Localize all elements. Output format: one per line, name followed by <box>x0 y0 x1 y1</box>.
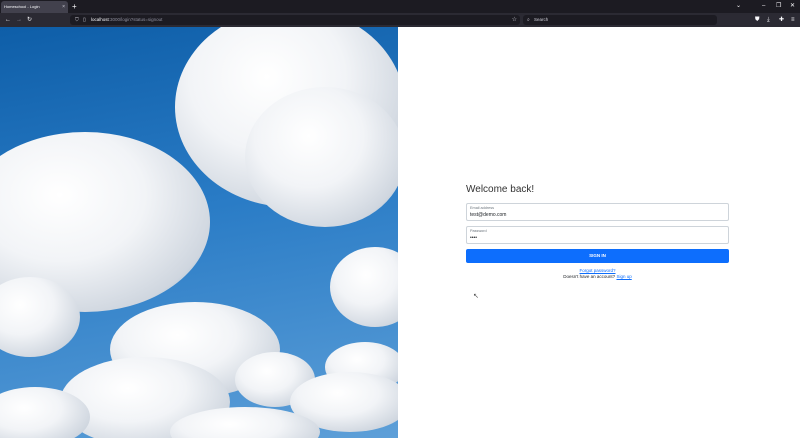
new-tab-button[interactable]: + <box>72 1 77 12</box>
password-field[interactable]: Password •••• <box>466 226 729 244</box>
chevron-down-icon[interactable]: ⌄ <box>736 2 741 10</box>
tab-close-icon[interactable]: × <box>62 3 65 11</box>
download-icon[interactable]: ⤓ <box>767 15 770 25</box>
email-label: Email address <box>470 206 495 210</box>
page-icon[interactable]: ▯ <box>83 17 86 23</box>
email-field[interactable]: Email address test@demo.com <box>466 203 729 221</box>
close-window-icon[interactable]: ✕ <box>790 2 795 10</box>
menu-icon[interactable]: ≡ <box>791 15 795 25</box>
search-placeholder: Search <box>534 17 549 22</box>
tab-bar: Homeschool - Login × + ⌄ – ❐ ✕ <box>0 0 800 13</box>
search-bar[interactable]: ⌕ Search <box>523 15 717 25</box>
signup-row: Doesn't have an account? Sign up <box>466 274 729 280</box>
tab-title: Homeschool - Login <box>4 4 40 9</box>
url-text[interactable]: localhost:3000/login?status=signout <box>91 17 162 23</box>
extensions-icon[interactable]: ✚ <box>779 15 784 25</box>
password-value: •••• <box>470 235 478 241</box>
cloud <box>330 247 398 327</box>
email-value: test@demo.com <box>470 212 507 218</box>
search-icon: ⌕ <box>527 17 530 23</box>
maximize-icon[interactable]: ❐ <box>776 2 781 10</box>
tab-active[interactable]: Homeschool - Login × <box>1 1 68 13</box>
sign-in-button[interactable]: SIGN IN <box>466 249 729 263</box>
pocket-icon[interactable]: ⛊ <box>755 15 760 25</box>
login-form: Welcome back! Email address test@demo.co… <box>466 184 729 280</box>
url-path: :3000/login?status=signout <box>108 17 163 22</box>
star-icon[interactable]: ☆ <box>512 16 517 24</box>
page-title: Welcome back! <box>466 184 535 195</box>
no-account-text: Doesn't have an account? <box>563 274 616 279</box>
minimize-icon[interactable]: – <box>762 2 765 10</box>
back-icon[interactable]: ← <box>5 15 11 25</box>
sky-background-image <box>0 27 398 438</box>
url-host: localhost <box>91 17 109 22</box>
sign-up-link[interactable]: Sign up <box>616 274 631 279</box>
cloud <box>245 87 398 227</box>
page-content: Welcome back! Email address test@demo.co… <box>0 27 800 438</box>
nav-bar: ← → ↻ ⛉ ▯ localhost:3000/login?status=si… <box>0 13 800 27</box>
password-label: Password <box>470 229 487 233</box>
shield-icon[interactable]: ⛉ <box>75 17 79 23</box>
url-bar[interactable]: ⛉ ▯ localhost:3000/login?status=signout … <box>70 15 520 25</box>
reload-icon[interactable]: ↻ <box>27 15 32 25</box>
forward-icon[interactable]: → <box>16 15 22 25</box>
mouse-cursor-icon: ↖ <box>473 293 479 300</box>
